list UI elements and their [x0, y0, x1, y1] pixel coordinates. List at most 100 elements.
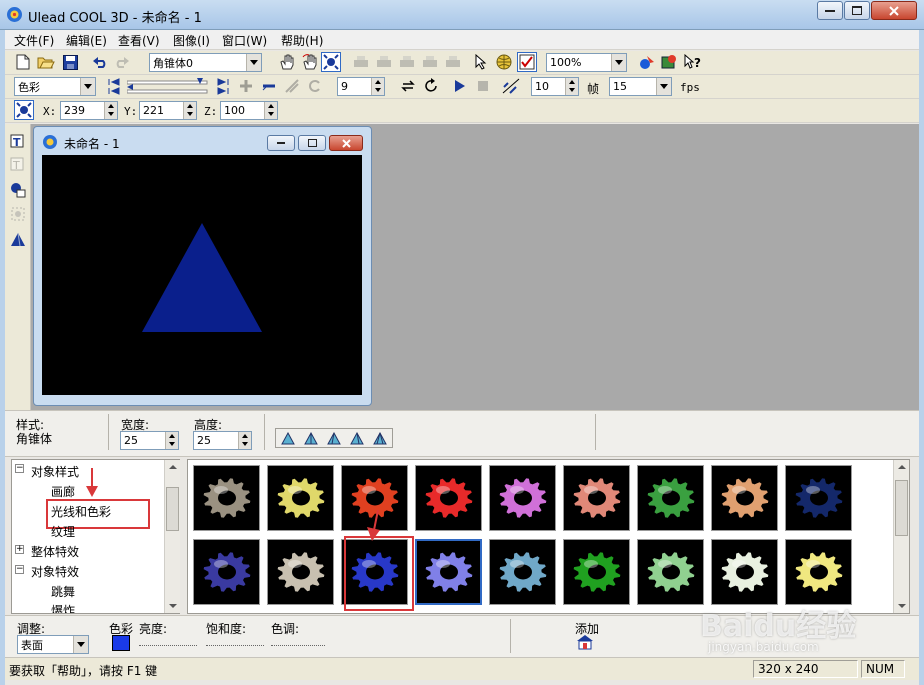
collapse-icon[interactable]: − — [15, 464, 24, 473]
last-frame-button[interactable] — [213, 76, 233, 96]
edit-text-button[interactable]: T — [8, 155, 28, 175]
refresh-button[interactable] — [421, 76, 441, 96]
gallery-thumbnail[interactable] — [563, 539, 630, 605]
pyramid-4-sides-button[interactable] — [299, 429, 322, 447]
save-button[interactable] — [60, 52, 80, 72]
redo-button[interactable] — [112, 52, 132, 72]
minimize-button[interactable] — [817, 1, 843, 20]
first-frame-button[interactable] — [104, 76, 124, 96]
position-mode-button[interactable] — [14, 100, 34, 120]
web-button[interactable] — [494, 52, 514, 72]
gallery-thumbnail[interactable] — [637, 539, 704, 605]
expand-icon[interactable]: + — [15, 545, 24, 554]
add-to-gallery-button[interactable] — [575, 633, 595, 651]
close-button[interactable] — [871, 1, 917, 20]
pyramid-object[interactable] — [42, 155, 362, 395]
pyramid-3-sides-button[interactable] — [276, 429, 299, 447]
object-select-combo[interactable]: 角锥体0 — [149, 53, 262, 72]
swap-button[interactable] — [398, 76, 418, 96]
reverse-keyframe-button[interactable] — [282, 76, 302, 96]
smooth-button[interactable] — [501, 76, 521, 96]
menu-image[interactable]: 图像(I) — [173, 32, 210, 49]
move-object-button[interactable] — [277, 52, 297, 72]
menu-edit[interactable]: 编辑(E) — [66, 32, 107, 49]
doc-maximize-button[interactable] — [298, 135, 326, 151]
insert-text-button[interactable]: T — [8, 132, 28, 152]
menu-view[interactable]: 查看(V) — [118, 32, 160, 49]
current-frame-spinner[interactable]: 9 — [337, 77, 385, 96]
fps-combo[interactable]: 15 — [609, 77, 672, 96]
color-swatch[interactable] — [112, 635, 130, 651]
gallery-thumbnail[interactable] — [711, 539, 778, 605]
open-file-button[interactable] — [36, 52, 56, 72]
gallery-thumbnail[interactable] — [489, 465, 556, 531]
gallery-thumbnail[interactable] — [267, 539, 334, 605]
pyramid-8-sides-button[interactable] — [368, 429, 391, 447]
attribute-combo[interactable]: 色彩 — [14, 77, 96, 96]
gallery-thumbnail[interactable] — [193, 539, 260, 605]
gallery-scrollbar[interactable] — [893, 460, 909, 613]
height-spinner[interactable]: 25 — [193, 431, 252, 450]
context-help-button[interactable]: ? — [682, 52, 702, 72]
gallery-thumbnail[interactable] — [415, 539, 482, 605]
timeline-slider[interactable] — [126, 78, 209, 96]
preview-toggle-button[interactable] — [517, 52, 537, 72]
hue-slider[interactable] — [271, 636, 325, 646]
gallery-thumbnail[interactable] — [489, 539, 556, 605]
align-button-3[interactable] — [397, 52, 417, 72]
edit-graphic-button[interactable] — [8, 204, 28, 224]
size-object-button[interactable] — [321, 52, 341, 72]
gallery-thumbnail[interactable] — [711, 465, 778, 531]
gallery-thumbnail[interactable] — [785, 539, 852, 605]
render-canvas[interactable] — [42, 155, 362, 395]
collapse-icon[interactable]: − — [15, 565, 24, 574]
insert-graphic-button[interactable] — [8, 180, 28, 200]
tree-item-dance[interactable]: 跳舞 — [51, 583, 75, 600]
doc-close-button[interactable] — [329, 135, 363, 151]
insert-geometric-button[interactable] — [8, 230, 28, 250]
stop-button[interactable] — [473, 76, 493, 96]
tree-item-object-fx[interactable]: 对象特效 — [31, 563, 79, 580]
new-file-button[interactable] — [13, 52, 33, 72]
gallery-thumbnail[interactable] — [637, 465, 704, 531]
gallery-thumbnail[interactable] — [267, 465, 334, 531]
gallery-thumbnail[interactable] — [785, 465, 852, 531]
tree-item-global-fx[interactable]: 整体特效 — [31, 543, 79, 560]
tree-item-light-and-color[interactable]: 光线和色彩 — [51, 503, 111, 520]
tree-item-texture[interactable]: 纹理 — [51, 523, 75, 540]
align-button-2[interactable] — [374, 52, 394, 72]
render-button[interactable] — [637, 52, 657, 72]
zoom-combo[interactable]: 100% — [546, 53, 627, 72]
rotate-object-button[interactable] — [300, 52, 320, 72]
align-button-4[interactable] — [420, 52, 440, 72]
width-spinner[interactable]: 25 — [120, 431, 179, 450]
saturation-slider[interactable] — [206, 636, 264, 646]
x-coordinate-spinner[interactable]: 239 — [60, 101, 118, 120]
adjust-combo[interactable]: 表面 — [17, 635, 89, 654]
y-coordinate-spinner[interactable]: 221 — [139, 101, 197, 120]
align-button-5[interactable] — [443, 52, 463, 72]
tree-scroll-thumb[interactable] — [166, 487, 179, 531]
gallery-thumbnail[interactable] — [415, 465, 482, 531]
remove-keyframe-button[interactable] — [259, 76, 279, 96]
pyramid-6-sides-button[interactable] — [345, 429, 368, 447]
tree-item-explode[interactable]: 爆炸 — [51, 602, 75, 613]
gallery-thumbnail[interactable] — [563, 465, 630, 531]
align-button-1[interactable] — [351, 52, 371, 72]
maximize-button[interactable] — [844, 1, 870, 20]
image-optimize-button[interactable] — [659, 52, 679, 72]
tree-item-object-style[interactable]: 对象样式 — [31, 463, 79, 480]
play-button[interactable] — [450, 76, 470, 96]
total-frames-spinner[interactable]: 10 — [531, 77, 579, 96]
gallery-thumbnail[interactable] — [193, 465, 260, 531]
menu-file[interactable]: 文件(F) — [14, 32, 54, 49]
undo-button[interactable] — [90, 52, 110, 72]
tree-scrollbar[interactable] — [164, 460, 180, 613]
brightness-slider[interactable] — [139, 636, 197, 646]
menu-help[interactable]: 帮助(H) — [281, 32, 323, 49]
add-keyframe-button[interactable] — [236, 76, 256, 96]
doc-minimize-button[interactable] — [267, 135, 295, 151]
tree-item-gallery[interactable]: 画廊 — [51, 483, 75, 500]
gallery-scroll-thumb[interactable] — [895, 480, 908, 536]
loop-button[interactable] — [305, 76, 325, 96]
